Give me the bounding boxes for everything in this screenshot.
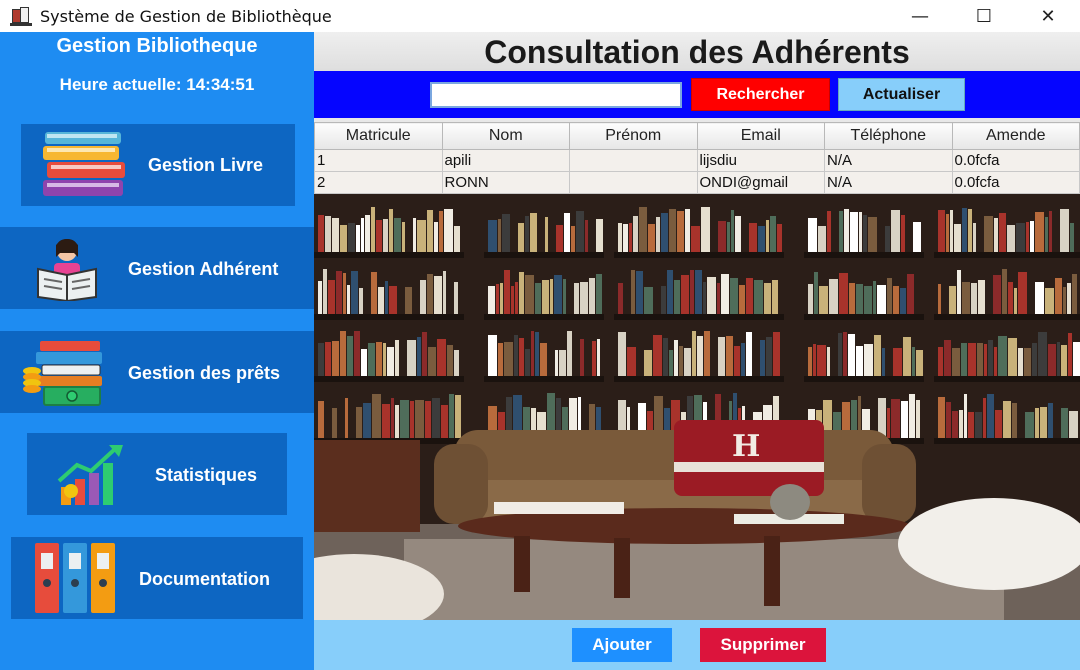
page-title: Consultation des Adhérents [314, 32, 1080, 71]
title-bar: Système de Gestion de Bibliothèque — ☐ ✕ [0, 0, 1080, 32]
column-header-telephone[interactable]: Téléphone [824, 122, 953, 150]
sidebar: Gestion Bibliotheque Heure actuelle: 14:… [0, 32, 314, 670]
column-header-nom[interactable]: Nom [441, 122, 570, 150]
nav-label: Documentation [139, 569, 271, 589]
table-cell[interactable]: 1 [314, 149, 443, 172]
column-header-prenom[interactable]: Prénom [569, 122, 698, 150]
window-controls: — ☐ ✕ [888, 0, 1080, 32]
table-cell[interactable]: RONN [441, 171, 570, 194]
growth-chart-icon [57, 445, 123, 505]
nav-gestion-livre[interactable]: Gestion Livre [21, 124, 295, 206]
search-input[interactable] [430, 82, 682, 108]
delete-button[interactable]: Supprimer [700, 628, 826, 662]
table-header-row: Matricule Nom Prénom Email Téléphone Ame… [314, 122, 1080, 150]
table-cell[interactable]: N/A [824, 171, 953, 194]
table-cell[interactable] [569, 171, 698, 194]
table-cell[interactable]: 0.0fcfa [951, 149, 1080, 172]
table-cell[interactable]: ONDI@gmail [696, 171, 825, 194]
nav-label: Statistiques [155, 465, 258, 485]
reader-icon [37, 239, 97, 301]
svg-text:H: H [732, 429, 760, 464]
maximize-button[interactable]: ☐ [952, 0, 1016, 32]
nav-statistiques[interactable]: Statistiques [27, 433, 287, 515]
nav-label: Gestion Livre [148, 155, 264, 175]
nav-label: Gestion Adhérent [128, 259, 279, 279]
table-cell[interactable]: lijsdiu [696, 149, 825, 172]
table-cell[interactable]: N/A [824, 149, 953, 172]
add-button[interactable]: Ajouter [572, 628, 672, 662]
column-header-email[interactable]: Email [696, 122, 825, 150]
column-header-amende[interactable]: Amende [951, 122, 1080, 150]
close-button[interactable]: ✕ [1016, 0, 1080, 32]
app-window: Système de Gestion de Bibliothèque — ☐ ✕… [0, 0, 1080, 670]
members-table: Matricule Nom Prénom Email Téléphone Ame… [314, 122, 1080, 194]
nav-gestion-prets[interactable]: Gestion des prêts [0, 331, 314, 413]
column-header-matricule[interactable]: Matricule [314, 122, 443, 150]
bottom-action-bar: Ajouter Supprimer [314, 620, 1080, 670]
nav-label: Gestion des prêts [128, 363, 281, 383]
table-cell[interactable]: apili [441, 149, 570, 172]
app-icon [10, 5, 32, 27]
table-cell[interactable]: 0.0fcfa [951, 171, 1080, 194]
search-bar: Rechercher Actualiser [314, 71, 1080, 118]
main-panel: Consultation des Adhérents Rechercher Ac… [314, 32, 1080, 670]
search-button[interactable]: Rechercher [691, 78, 830, 111]
table-cell[interactable] [569, 149, 698, 172]
table-row[interactable]: 2 RONN ONDI@gmail N/A 0.0fcfa [314, 171, 1080, 194]
library-background-image: H [314, 194, 1080, 620]
books-money-icon [23, 341, 102, 406]
refresh-button[interactable]: Actualiser [838, 78, 965, 111]
nav-documentation[interactable]: Documentation [11, 537, 303, 619]
sidebar-title: Gestion Bibliotheque [56, 35, 258, 57]
table-cell[interactable]: 2 [314, 171, 443, 194]
current-time: Heure actuelle: 14:34:51 [59, 75, 255, 94]
table-row[interactable]: 1 apili lijsdiu N/A 0.0fcfa [314, 149, 1080, 172]
binders-icon [35, 543, 115, 613]
books-stack-icon [43, 132, 125, 196]
window-title: Système de Gestion de Bibliothèque [40, 6, 332, 26]
nav-gestion-adherent[interactable]: Gestion Adhérent [0, 227, 314, 309]
minimize-button[interactable]: — [888, 0, 952, 32]
